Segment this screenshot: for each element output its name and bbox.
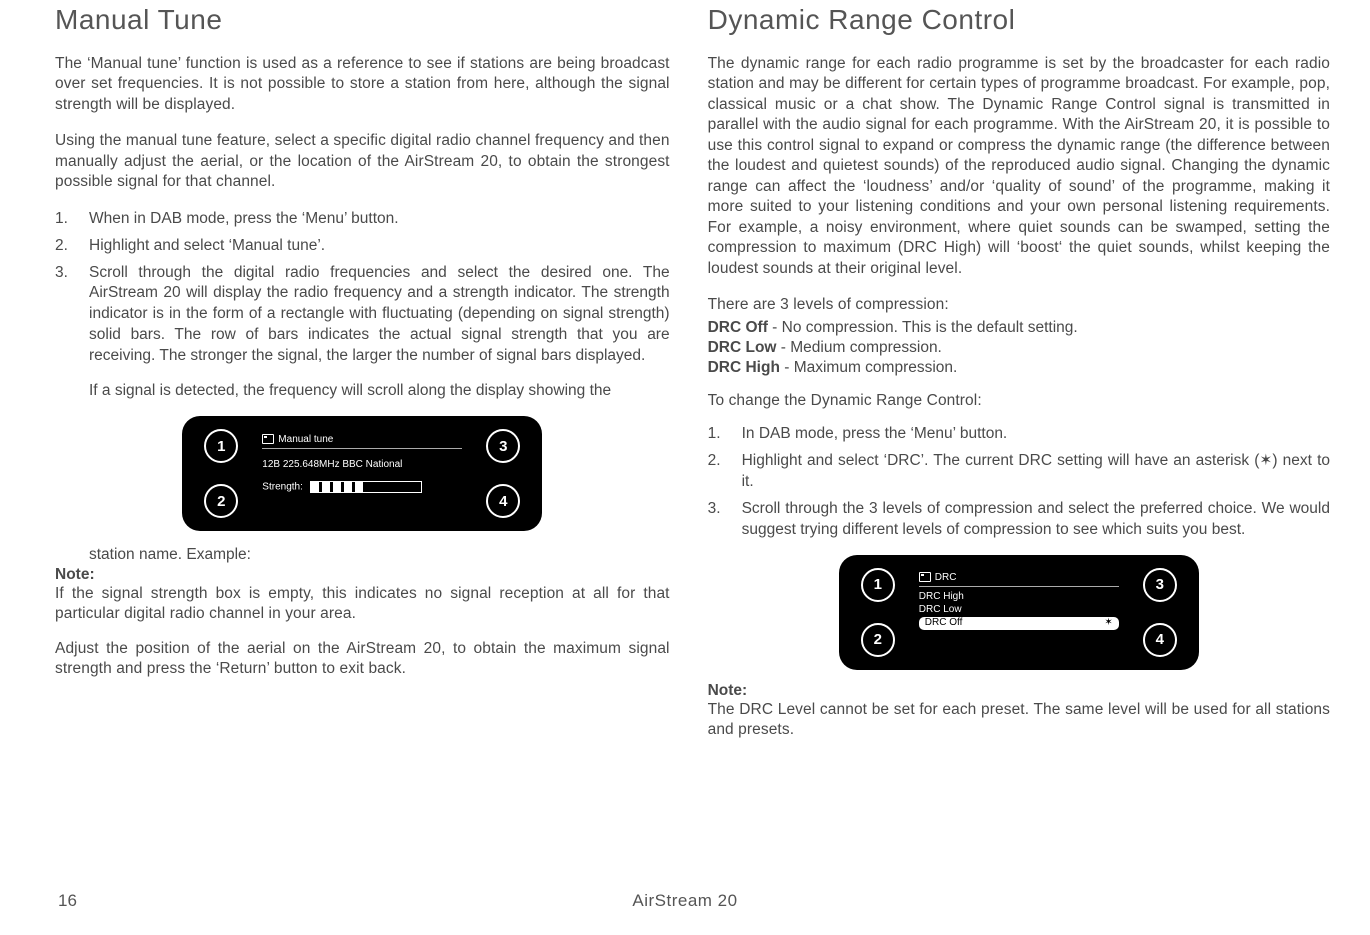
- menu-icon: [262, 434, 274, 444]
- device-button-2: 2: [204, 484, 238, 518]
- drc-intro: The dynamic range for each radio program…: [708, 54, 1330, 279]
- step-2: Highlight and select ‘Manual tune’.: [55, 236, 670, 257]
- drc-display: 1 2 3 4 DRC DRC High DRC Low DRC Off ✶: [839, 555, 1199, 670]
- device-button-3: 3: [486, 429, 520, 463]
- drc-step-1: In DAB mode, press the ‘Menu’ button.: [708, 424, 1330, 445]
- drc-low-line: DRC Low - Medium compression.: [708, 339, 1330, 357]
- device-button-1: 1: [861, 568, 895, 602]
- device-screen: DRC DRC High DRC Low DRC Off ✶: [919, 572, 1119, 652]
- device-button-3: 3: [1143, 568, 1177, 602]
- drc-steps: In DAB mode, press the ‘Menu’ button. Hi…: [708, 424, 1330, 541]
- screen-frequency: 12B 225.648MHz BBC National: [262, 459, 462, 471]
- drc-step-3: Scroll through the 3 levels of compressi…: [708, 499, 1330, 541]
- drc-off-row: DRC Off ✶: [919, 617, 1119, 630]
- step-3: Scroll through the digital radio frequen…: [55, 263, 670, 403]
- manual-tune-intro-1: The ‘Manual tune’ function is used as a …: [55, 54, 670, 115]
- levels-intro: There are 3 levels of compression:: [708, 295, 1330, 315]
- step-1: When in DAB mode, press the ‘Menu’ butto…: [55, 209, 670, 230]
- left-column: Manual Tune The ‘Manual tune’ function i…: [55, 0, 678, 935]
- strength-meter: [310, 481, 422, 493]
- manual-tune-display: 1 2 3 4 Manual tune 12B 225.648MHz BBC N…: [182, 416, 542, 531]
- drc-heading: Dynamic Range Control: [708, 4, 1330, 36]
- right-column: Dynamic Range Control The dynamic range …: [708, 0, 1330, 935]
- drc-high-row: DRC High: [919, 591, 1119, 603]
- adjust-aerial-paragraph: Adjust the position of the aerial on the…: [55, 639, 670, 680]
- example-caption: station name. Example:: [55, 545, 670, 566]
- drc-off-line: DRC Off - No compression. This is the de…: [708, 319, 1330, 337]
- note-body: If the signal strength box is empty, thi…: [55, 584, 670, 625]
- note-label: Note:: [55, 566, 670, 584]
- screen-title: DRC: [935, 572, 957, 583]
- menu-icon: [919, 572, 931, 582]
- device-button-1: 1: [204, 429, 238, 463]
- manual-tune-steps: When in DAB mode, press the ‘Menu’ butto…: [55, 209, 670, 402]
- manual-tune-intro-2: Using the manual tune feature, select a …: [55, 131, 670, 192]
- screen-title: Manual tune: [278, 434, 333, 445]
- drc-low-row: DRC Low: [919, 604, 1119, 616]
- star-icon: ✶: [1104, 617, 1112, 629]
- strength-label: Strength:: [262, 481, 303, 492]
- device-button-2: 2: [861, 623, 895, 657]
- drc-step-2: Highlight and select ‘DRC’. The current …: [708, 451, 1330, 493]
- device-button-4: 4: [1143, 623, 1177, 657]
- note-body-2: The DRC Level cannot be set for each pre…: [708, 700, 1330, 741]
- note-label-2: Note:: [708, 682, 1330, 700]
- drc-high-line: DRC High - Maximum compression.: [708, 359, 1330, 377]
- device-screen: Manual tune 12B 225.648MHz BBC National …: [262, 434, 462, 514]
- device-button-4: 4: [486, 484, 520, 518]
- change-intro: To change the Dynamic Range Control:: [708, 391, 1330, 411]
- manual-tune-heading: Manual Tune: [55, 4, 670, 36]
- footer-product: AirStream 20: [0, 891, 1370, 911]
- star-icon: ✶: [1259, 452, 1272, 469]
